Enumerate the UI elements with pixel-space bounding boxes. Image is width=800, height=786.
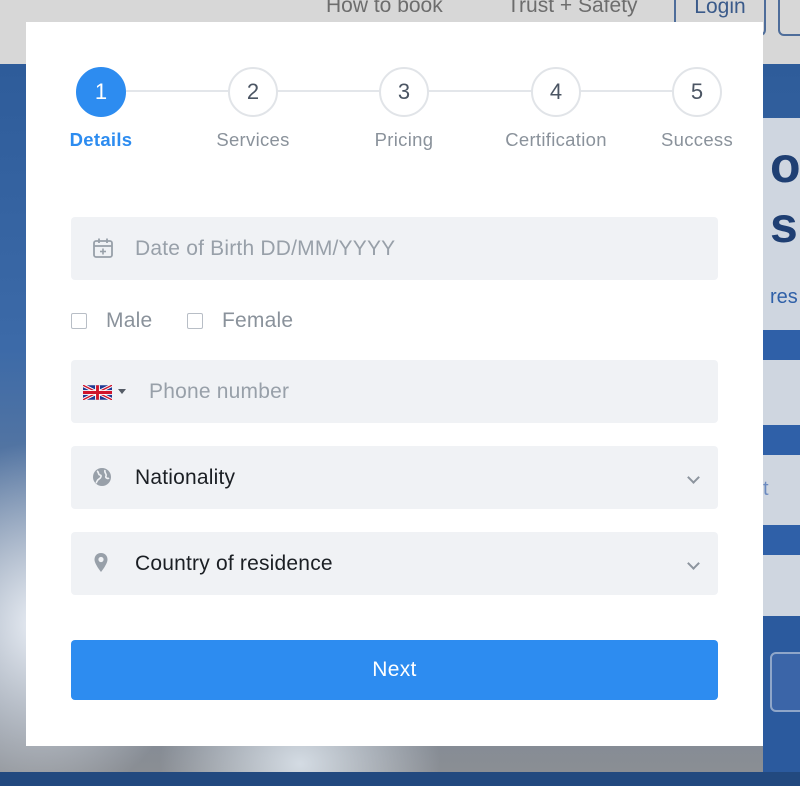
step-label: Certification xyxy=(505,129,607,150)
background-footer-bar xyxy=(0,772,800,786)
nav-link-trust-safety: Trust + Safety xyxy=(507,0,638,17)
stepper: 1 Details 2 Services 3 Pricing 4 Certifi… xyxy=(26,22,763,192)
step-success[interactable]: 5 Success xyxy=(617,67,777,151)
chevron-down-icon xyxy=(687,557,700,570)
background-button xyxy=(770,652,800,712)
phone-number-placeholder: Phone number xyxy=(149,380,290,403)
country-of-residence-value: Country of residence xyxy=(135,552,333,575)
map-pin-icon xyxy=(93,552,109,579)
nationality-select[interactable]: Nationality xyxy=(71,446,718,509)
next-button[interactable]: Next xyxy=(71,640,718,700)
female-checkbox[interactable] xyxy=(187,313,203,329)
male-label: Male xyxy=(106,309,153,332)
nationality-value: Nationality xyxy=(135,466,236,489)
date-of-birth-placeholder: Date of Birth DD/MM/YYYY xyxy=(135,237,396,260)
booking-modal: 1 Details 2 Services 3 Pricing 4 Certifi… xyxy=(26,22,763,746)
step-pricing[interactable]: 3 Pricing xyxy=(324,67,484,151)
step-details[interactable]: 1 Details xyxy=(21,67,181,151)
country-code-caret-icon[interactable] xyxy=(118,389,126,394)
hero-strip xyxy=(763,425,800,455)
uk-flag-icon[interactable] xyxy=(82,383,113,402)
male-checkbox[interactable] xyxy=(71,313,87,329)
hero-text-fragment: s xyxy=(770,197,798,253)
step-services[interactable]: 2 Services xyxy=(173,67,333,151)
step-number: 2 xyxy=(228,67,278,117)
step-label: Details xyxy=(69,129,133,150)
step-number: 4 xyxy=(531,67,581,117)
step-label: Services xyxy=(216,129,290,150)
calendar-icon xyxy=(92,237,114,264)
step-certification[interactable]: 4 Certification xyxy=(476,67,636,151)
chevron-down-icon xyxy=(687,471,700,484)
hero-strip xyxy=(763,525,800,555)
step-number: 3 xyxy=(379,67,429,117)
female-label: Female xyxy=(222,309,294,332)
step-label: Success xyxy=(660,129,734,150)
nav-link-how-to-book: How to book xyxy=(326,0,443,17)
nav-extra-button xyxy=(778,0,800,36)
hero-text-fragment: t xyxy=(763,478,769,500)
globe-icon xyxy=(92,467,112,492)
step-label: Pricing xyxy=(374,129,434,150)
phone-number-field[interactable]: Phone number xyxy=(71,360,718,423)
step-number: 1 xyxy=(76,67,126,117)
hero-strip xyxy=(763,330,800,360)
step-number: 5 xyxy=(672,67,722,117)
country-of-residence-select[interactable]: Country of residence xyxy=(71,532,718,595)
hero-text-fragment: res xyxy=(770,286,798,308)
date-of-birth-field[interactable]: Date of Birth DD/MM/YYYY xyxy=(71,217,718,280)
